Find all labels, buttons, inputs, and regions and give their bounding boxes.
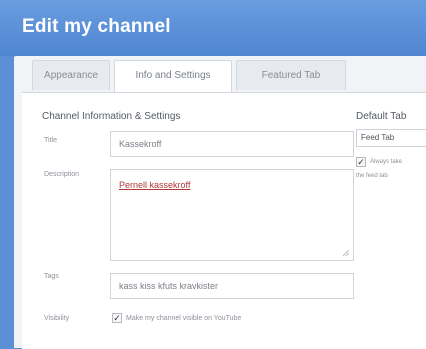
always-checkbox[interactable]: ✓ xyxy=(356,157,366,167)
resize-handle-icon[interactable] xyxy=(341,248,349,256)
tab-info-and-settings[interactable]: Info and Settings xyxy=(114,60,232,94)
default-tab-title: Default Tab xyxy=(356,111,407,122)
tab-featured[interactable]: Featured Tab xyxy=(236,60,346,90)
description-textarea[interactable]: Pernell kassekroff xyxy=(110,169,354,261)
checkmark-icon: ✓ xyxy=(357,157,365,167)
tags-label: Tags xyxy=(44,273,59,280)
title-input[interactable] xyxy=(110,131,354,157)
default-tab-subtext: the feed tab xyxy=(356,173,388,179)
tab-bar: Appearance Info and Settings Featured Ta… xyxy=(14,60,426,94)
checkmark-icon: ✓ xyxy=(113,313,121,323)
page-title: Edit my channel xyxy=(22,16,171,37)
visibility-text: Make my channel visible on YouTube xyxy=(126,315,242,322)
title-label: Title xyxy=(44,137,57,144)
visibility-checkbox[interactable]: ✓ xyxy=(112,313,122,323)
default-tab-select[interactable]: Feed Tab xyxy=(356,129,426,147)
description-text: Pernell kassekroff xyxy=(119,180,191,190)
tab-appearance[interactable]: Appearance xyxy=(32,60,110,90)
tags-input[interactable] xyxy=(110,273,354,299)
visibility-label: Visibility xyxy=(44,315,70,322)
description-label: Description xyxy=(44,171,80,178)
settings-content: Channel Information & Settings Title Des… xyxy=(22,92,426,349)
always-label: Always take xyxy=(370,159,403,165)
header-bar: Edit my channel xyxy=(0,0,426,56)
section-title: Channel Information & Settings xyxy=(42,111,181,122)
